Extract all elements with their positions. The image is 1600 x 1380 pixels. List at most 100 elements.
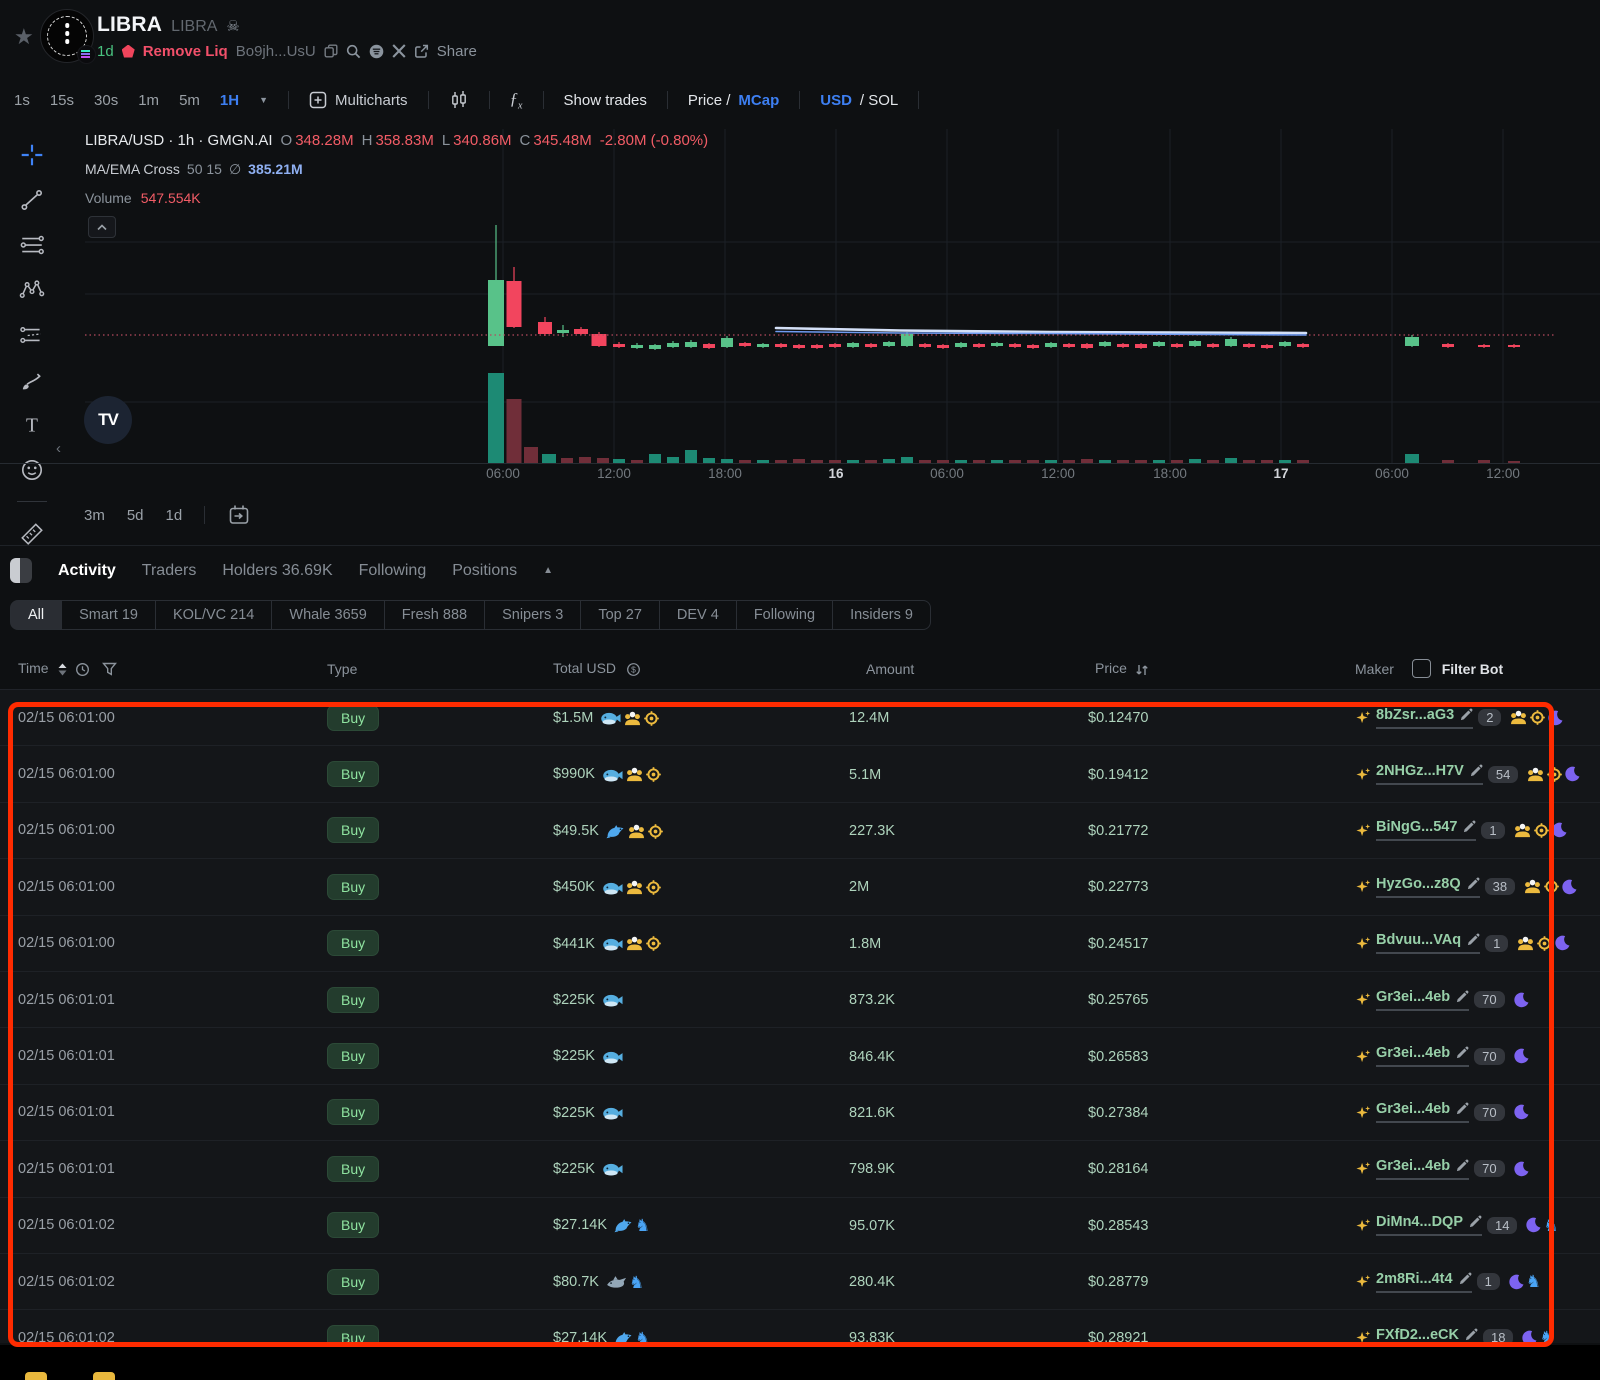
timeframe-1s[interactable]: 1s (14, 92, 30, 109)
table-row[interactable]: 02/15 06:01:00 Buy $49.5K 227.3K $0.2177… (0, 803, 1600, 859)
maker-address-wrap[interactable]: 2m8Ri...4t4 (1376, 1271, 1472, 1293)
candle-style-icon[interactable] (449, 90, 469, 110)
timeframe-15s[interactable]: 15s (50, 92, 74, 109)
collapse-indicators-button[interactable] (88, 216, 116, 238)
maker-address[interactable]: Bdvuu...VAq (1376, 932, 1461, 948)
sort-icon[interactable] (58, 663, 67, 676)
collapse-panel-triangle-icon[interactable]: ▲ (543, 565, 553, 576)
maker-address[interactable]: HyzGo...z8Q (1376, 876, 1461, 892)
table-row[interactable]: 02/15 06:01:02 Buy $80.7K♞ 280.4K $0.287… (0, 1254, 1600, 1310)
edit-pencil-icon[interactable] (1466, 933, 1480, 947)
maker-address[interactable]: Gr3ei...4eb (1376, 989, 1450, 1005)
go-to-date-calendar-icon[interactable] (227, 503, 251, 527)
header-total-usd[interactable]: Total USD (553, 660, 849, 677)
table-row[interactable]: 02/15 06:01:00 Buy $441K 1.8M $0.24517 B… (0, 916, 1600, 972)
tab-activity[interactable]: Activity (58, 562, 116, 580)
header-time[interactable]: Time (0, 660, 327, 677)
show-trades-button[interactable]: Show trades (564, 92, 647, 109)
header-price[interactable]: Price (1088, 660, 1341, 676)
favorite-star-icon[interactable]: ★ (14, 24, 34, 50)
timeframe-30s[interactable]: 30s (94, 92, 118, 109)
share-icon[interactable] (414, 44, 429, 59)
maker-address[interactable]: 2m8Ri...4t4 (1376, 1271, 1453, 1287)
tab-positions[interactable]: Positions (452, 562, 517, 580)
table-row[interactable]: 02/15 06:01:00 Buy $450K 2M $0.22773 Hyz… (0, 859, 1600, 915)
clock-icon[interactable] (75, 662, 90, 677)
token-address[interactable]: Bo9jh...UsU (236, 43, 316, 60)
timeframe-dropdown-caret[interactable]: ▼ (259, 95, 268, 105)
filter-bot-checkbox[interactable] (1412, 659, 1431, 678)
table-row[interactable]: 02/15 06:01:01 Buy $225K 846.4K $0.26583… (0, 1028, 1600, 1084)
filter-snipers[interactable]: Snipers 3 (484, 600, 581, 630)
maker-address-wrap[interactable]: Gr3ei...4eb (1376, 1158, 1469, 1180)
tab-holders[interactable]: Holders 36.69K (222, 562, 332, 580)
search-icon[interactable] (346, 44, 361, 59)
usd-sol-toggle[interactable]: USD / SOL (820, 92, 898, 109)
edit-pencil-icon[interactable] (1468, 1215, 1482, 1229)
maker-address[interactable]: 8bZsr...aG3 (1376, 707, 1454, 723)
filter-insiders[interactable]: Insiders 9 (832, 600, 931, 630)
maker-address-wrap[interactable]: FXfD2...eCK (1376, 1327, 1478, 1343)
pane-collapse-arrow[interactable]: ‹ (56, 440, 61, 457)
timeframe-5m[interactable]: 5m (179, 92, 200, 109)
edit-pencil-icon[interactable] (1455, 1102, 1469, 1116)
multicharts-button[interactable]: Multicharts (309, 91, 408, 109)
range-5d-button[interactable]: 5d (127, 507, 144, 524)
range-1d-button[interactable]: 1d (166, 507, 183, 524)
maker-address[interactable]: Gr3ei...4eb (1376, 1158, 1450, 1174)
maker-address-wrap[interactable]: DiMn4...DQP (1376, 1214, 1482, 1236)
edit-pencil-icon[interactable] (1462, 820, 1476, 834)
timeframe-1h[interactable]: 1H (220, 92, 239, 109)
edit-pencil-icon[interactable] (1466, 877, 1480, 891)
tradingview-logo[interactable]: TV (84, 396, 132, 444)
maker-address[interactable]: Gr3ei...4eb (1376, 1101, 1450, 1117)
maker-address-wrap[interactable]: Gr3ei...4eb (1376, 1101, 1469, 1123)
table-row[interactable]: 02/15 06:01:01 Buy $225K 798.9K $0.28164… (0, 1141, 1600, 1197)
filter-whale[interactable]: Whale 3659 (271, 600, 384, 630)
indicators-fx-icon[interactable]: ƒx (510, 89, 523, 111)
maker-address-wrap[interactable]: 2NHGz...H7V (1376, 763, 1483, 785)
edit-pencil-icon[interactable] (1458, 1272, 1472, 1286)
filter-all[interactable]: All (10, 600, 62, 630)
maker-address-wrap[interactable]: Gr3ei...4eb (1376, 1045, 1469, 1067)
edit-pencil-icon[interactable] (1455, 1046, 1469, 1060)
table-row[interactable]: 02/15 06:01:01 Buy $225K 821.6K $0.27384… (0, 1085, 1600, 1141)
panel-toggle-icon[interactable] (10, 558, 32, 583)
table-row[interactable]: 02/15 06:01:00 Buy $1.5M 12.4M $0.12470 … (0, 690, 1600, 746)
maker-address[interactable]: DiMn4...DQP (1376, 1214, 1463, 1230)
filter-kol-vc[interactable]: KOL/VC 214 (155, 600, 272, 630)
filter-top27[interactable]: Top 27 (580, 600, 660, 630)
filter-smart[interactable]: Smart 19 (61, 600, 156, 630)
maker-address[interactable]: FXfD2...eCK (1376, 1327, 1459, 1343)
maker-address-wrap[interactable]: BiNgG...547 (1376, 819, 1476, 841)
table-row[interactable]: 02/15 06:01:01 Buy $225K 873.2K $0.25765… (0, 972, 1600, 1028)
funnel-filter-icon[interactable] (102, 662, 117, 676)
tab-following[interactable]: Following (359, 562, 427, 580)
table-row[interactable]: 02/15 06:01:00 Buy $990K 5.1M $0.19412 2… (0, 746, 1600, 802)
sort-filter-circle-icon[interactable] (369, 44, 384, 59)
copy-icon[interactable] (324, 44, 338, 58)
maker-address[interactable]: BiNgG...547 (1376, 819, 1457, 835)
maker-address-wrap[interactable]: 8bZsr...aG3 (1376, 707, 1473, 729)
table-row[interactable]: 02/15 06:01:02 Buy $27.14K♞ 93.83K $0.28… (0, 1310, 1600, 1343)
tab-traders[interactable]: Traders (142, 562, 197, 580)
maker-address[interactable]: Gr3ei...4eb (1376, 1045, 1450, 1061)
edit-pencil-icon[interactable] (1469, 764, 1483, 778)
maker-address-wrap[interactable]: Bdvuu...VAq (1376, 932, 1480, 954)
maker-address-wrap[interactable]: Gr3ei...4eb (1376, 989, 1469, 1011)
timeframe-1m[interactable]: 1m (138, 92, 159, 109)
price-mcap-toggle[interactable]: Price / MCap (688, 92, 779, 109)
x-twitter-icon[interactable] (392, 44, 406, 58)
maker-address-wrap[interactable]: HyzGo...z8Q (1376, 876, 1480, 898)
edit-pencil-icon[interactable] (1455, 990, 1469, 1004)
measure-ruler-tool-icon[interactable] (18, 519, 46, 547)
remove-liq-label[interactable]: Remove Liq (143, 43, 228, 60)
range-3m-button[interactable]: 3m (84, 507, 105, 524)
filter-dev[interactable]: DEV 4 (659, 600, 737, 630)
price-sort-icon[interactable] (1135, 663, 1149, 677)
filter-fresh[interactable]: Fresh 888 (384, 600, 485, 630)
share-label[interactable]: Share (437, 43, 477, 60)
maker-address[interactable]: 2NHGz...H7V (1376, 763, 1464, 779)
filter-following[interactable]: Following (736, 600, 833, 630)
edit-pencil-icon[interactable] (1464, 1328, 1478, 1342)
